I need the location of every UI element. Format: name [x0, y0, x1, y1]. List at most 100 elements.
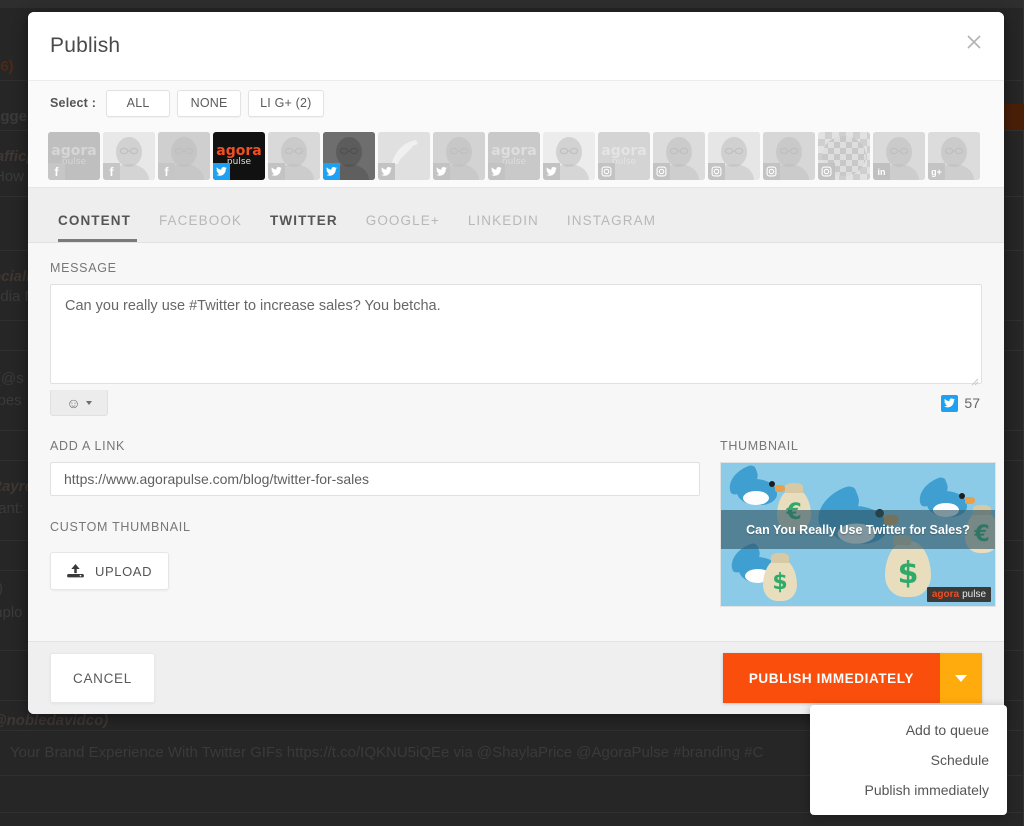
account-avatar-list: agora pulse f f f agora pulse agora pulse agora pu…	[28, 125, 1004, 188]
link-input[interactable]	[50, 462, 700, 496]
account-avatar-instagram-profile-1[interactable]	[653, 132, 705, 180]
upload-button-label: UPLOAD	[95, 563, 153, 579]
account-avatar-twitter-profile-4[interactable]	[543, 132, 595, 180]
close-icon[interactable]	[962, 30, 986, 54]
account-avatar-instagram-profile-3[interactable]	[763, 132, 815, 180]
googleplus-icon: g+	[928, 163, 945, 180]
account-avatar-instagram-profile-2[interactable]	[708, 132, 760, 180]
modal-body: MESSAGE ☺ 57 ADD A LI	[28, 243, 1004, 641]
publish-immediately-button[interactable]: PUBLISH IMMEDIATELY	[722, 653, 940, 703]
twitter-icon	[488, 163, 505, 180]
account-avatar-twitter-profile-3[interactable]	[433, 132, 485, 180]
bag-symbol: $	[772, 570, 788, 595]
publish-options-menu: Add to queue Schedule Publish immediately	[810, 705, 1007, 815]
backdrop-text: agge	[0, 108, 28, 125]
message-label: MESSAGE	[50, 261, 117, 275]
cancel-button[interactable]: CANCEL	[50, 653, 155, 703]
account-avatar-agorapulse-twitter-2[interactable]: agora pulse	[488, 132, 540, 180]
backdrop-top-strip	[0, 0, 1024, 8]
message-toolbar: ☺ 57	[50, 389, 982, 417]
tab-googleplus[interactable]: GOOGLE+	[352, 213, 454, 242]
publish-dropdown-toggle[interactable]	[940, 653, 982, 703]
facebook-icon: f	[48, 163, 65, 180]
chevron-down-icon	[955, 674, 967, 682]
facebook-icon: f	[158, 163, 175, 180]
tab-bar: CONTENT FACEBOOK TWITTER GOOGLE+ LINKEDIN INS…	[28, 188, 1004, 243]
account-avatar-facebook-profile-2[interactable]: f	[158, 132, 210, 180]
tab-linkedin[interactable]: LINKEDIN	[454, 213, 553, 242]
twitter-icon	[378, 163, 395, 180]
bag-symbol: $	[897, 556, 919, 591]
money-bag-graphic: $	[885, 535, 931, 597]
character-count-value: 57	[964, 395, 980, 411]
backdrop-text: ypes	[0, 392, 22, 409]
tab-facebook[interactable]: FACEBOOK	[145, 213, 256, 242]
instagram-icon	[763, 163, 780, 180]
twitter-icon	[213, 163, 230, 180]
twitter-icon	[433, 163, 450, 180]
instagram-icon	[653, 163, 670, 180]
twitter-icon	[941, 394, 959, 412]
backdrop-text: (@s	[0, 370, 24, 387]
publish-button-group: PUBLISH IMMEDIATELY	[722, 653, 982, 703]
select-button-all[interactable]: ALL	[106, 89, 171, 117]
tab-twitter[interactable]: TWITTER	[256, 213, 352, 242]
backdrop-text: @nobledavidco)	[0, 712, 109, 729]
twitter-icon	[323, 163, 340, 180]
backdrop-text: tant:	[0, 500, 24, 517]
modal-footer: CANCEL PUBLISH IMMEDIATELY Add to queue S…	[28, 641, 1007, 815]
thumbnail-caption-band: Can You Really Use Twitter for Sales?	[721, 510, 995, 549]
tab-content[interactable]: CONTENT	[50, 213, 145, 242]
smiley-icon: ☺	[66, 394, 81, 411]
account-avatar-googleplus-profile[interactable]: g+	[928, 132, 980, 180]
menu-item-publish-immediately[interactable]: Publish immediately	[810, 775, 1007, 805]
menu-item-schedule[interactable]: Schedule	[810, 745, 1007, 775]
message-input[interactable]	[50, 284, 982, 384]
thumbnail-column: THUMBNAIL $ $ Can You Really Use Twitter…	[720, 439, 996, 607]
instagram-icon	[708, 163, 725, 180]
link-and-thumbnail-row: ADD A LINK CUSTOM THUMBNAIL UPLOAD THUMB…	[50, 439, 996, 607]
message-wrapper	[50, 284, 982, 389]
upload-button[interactable]: UPLOAD	[50, 552, 170, 590]
menu-item-add-to-queue[interactable]: Add to queue	[810, 715, 1007, 745]
account-avatar-linkedin-profile[interactable]: in	[873, 132, 925, 180]
select-label: Select :	[50, 96, 97, 110]
thumbnail-caption: Can You Really Use Twitter for Sales?	[746, 522, 970, 537]
backdrop-text: mplo	[0, 604, 23, 621]
instagram-icon	[598, 163, 615, 180]
account-select-bar: Select : ALL NONE LI G+ (2)	[28, 80, 1004, 125]
account-avatar-instagram-profile-4[interactable]	[818, 132, 870, 180]
twitter-icon	[268, 163, 285, 180]
page-title: Publish	[50, 34, 121, 57]
chevron-down-icon	[85, 400, 92, 405]
backdrop-text: Your Brand Experience With Twitter GIFs …	[10, 744, 764, 761]
thumbnail-preview[interactable]: € € $ $ Can You Really Use Twitter for S…	[720, 462, 996, 607]
select-button-none[interactable]: NONE	[177, 89, 242, 117]
account-avatar-twitter-profile-2[interactable]	[323, 132, 375, 180]
account-avatar-facebook-profile-1[interactable]: f	[103, 132, 155, 180]
account-avatar-agorapulse-twitter[interactable]: agora pulse	[213, 132, 265, 180]
linkedin-icon: in	[873, 163, 890, 180]
account-avatar-agorapulse-instagram[interactable]: agora pulse	[598, 132, 650, 180]
logo-pulse: pulse	[962, 589, 986, 600]
publish-modal: Publish Select : ALL NONE LI G+ (2) agora p…	[28, 12, 1007, 815]
emoji-picker-button[interactable]: ☺	[50, 390, 108, 416]
link-column: ADD A LINK CUSTOM THUMBNAIL UPLOAD	[50, 439, 700, 607]
bird-graphic	[724, 463, 785, 507]
facebook-icon: f	[103, 163, 120, 180]
account-avatar-twitter-profile-1[interactable]	[268, 132, 320, 180]
backdrop-text: 26)	[0, 58, 14, 75]
modal-header: Publish	[28, 12, 1004, 80]
upload-icon	[67, 563, 84, 577]
account-avatar-agorapulse-facebook-page[interactable]: agora pulse f	[48, 132, 100, 180]
tab-instagram[interactable]: INSTAGRAM	[553, 213, 670, 242]
instagram-icon	[818, 163, 835, 180]
custom-thumbnail-label: CUSTOM THUMBNAIL	[50, 520, 191, 534]
select-button-li-g-2[interactable]: LI G+ (2)	[248, 89, 324, 117]
select-buttons-group: ALL NONE LI G+ (2)	[106, 89, 330, 117]
agorapulse-logo: agora pulse	[926, 587, 991, 602]
account-avatar-pnap-twitter[interactable]	[378, 132, 430, 180]
logo-agora: agora	[931, 589, 960, 600]
backdrop-text: )	[0, 580, 3, 597]
add-link-label: ADD A LINK	[50, 439, 126, 453]
